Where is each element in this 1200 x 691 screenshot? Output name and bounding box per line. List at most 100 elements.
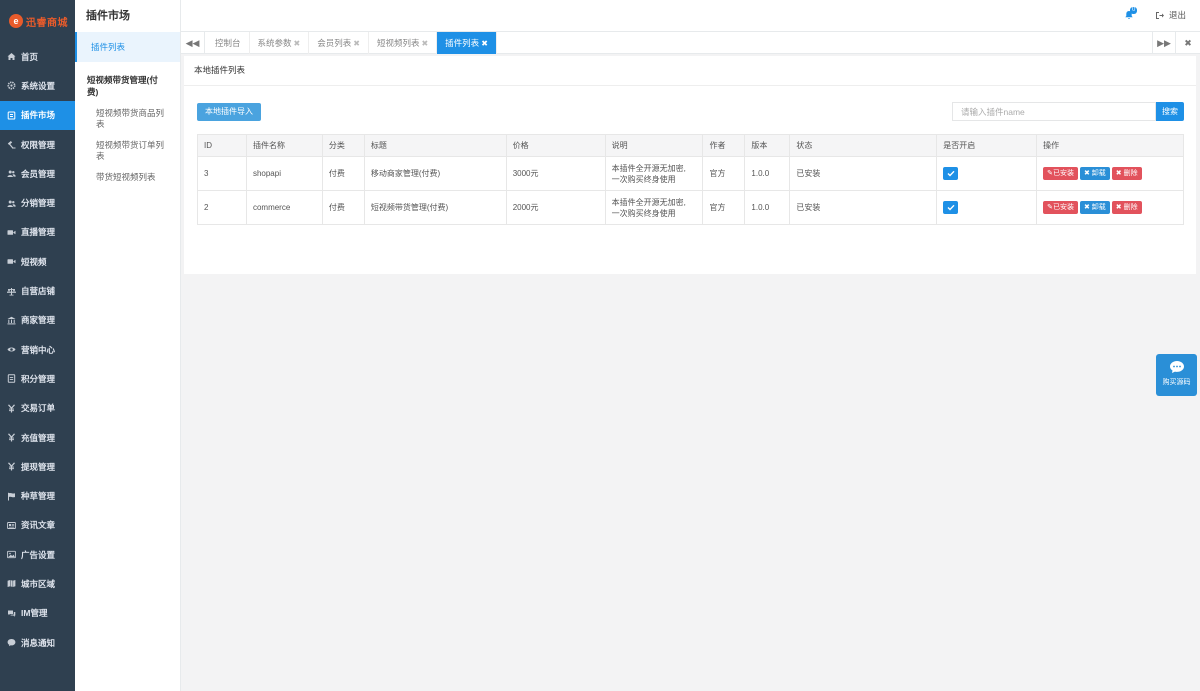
sidebar-item-20[interactable]: 消息通知	[0, 628, 75, 657]
sidebar-item-2[interactable]: 插件市场	[0, 100, 75, 130]
sidebar-item-6[interactable]: 直播管理	[0, 218, 75, 247]
plugin-icon	[7, 111, 16, 120]
check-icon	[947, 170, 955, 177]
column-header: 价格	[505, 134, 606, 157]
delete-button[interactable]: ✖ 删除	[1111, 201, 1142, 214]
sidebar-item-11[interactable]: 积分管理	[0, 364, 75, 393]
tab-label: 系统参数	[257, 38, 292, 48]
tab-close-icon[interactable]: ✖	[421, 39, 428, 48]
tabs-close-all[interactable]: ✖	[1176, 32, 1200, 54]
cell-version: 1.0.0	[744, 156, 791, 191]
tab-label: 会员列表	[317, 38, 352, 48]
sidebar-item-1[interactable]: 系统设置	[0, 71, 75, 100]
delete-button[interactable]: ✖ 删除	[1111, 167, 1142, 180]
submenu-item-goods[interactable]: 短视频带货商品列表	[75, 108, 180, 130]
sidebar-item-10[interactable]: 营销中心	[0, 335, 75, 364]
sidebar-item-14[interactable]: 提现管理	[0, 452, 75, 481]
import-plugin-button[interactable]: 本地插件导入	[197, 103, 261, 121]
cell-title: 移动商家管理(付费)	[363, 156, 507, 191]
tab-4[interactable]: 插件列表 ✖	[437, 32, 497, 54]
enabled-checkbox[interactable]	[943, 167, 959, 180]
sidebar-item-16[interactable]: 资讯文章	[0, 511, 75, 540]
tab-close-icon[interactable]: ✖	[353, 39, 360, 48]
sidebar-item-9[interactable]: 商家管理	[0, 306, 75, 335]
uninstall-button[interactable]: ✖ 卸载	[1079, 201, 1110, 214]
sidebar-item-18[interactable]: 城市区域	[0, 569, 75, 598]
cell-status: 已安装	[789, 190, 938, 225]
logout-label: 退出	[1168, 10, 1186, 20]
x-icon: ✖	[1083, 170, 1090, 177]
installed-button[interactable]: ✎已安装	[1043, 167, 1078, 180]
tab-close-icon[interactable]: ✖	[294, 39, 301, 48]
logo[interactable]: e 迅睿商城	[0, 0, 75, 42]
desc-line: 一次购买终身使用	[611, 208, 676, 218]
tabs-scroll-left[interactable]: ◀◀	[181, 32, 205, 54]
installed-button[interactable]: ✎已安装	[1043, 201, 1078, 214]
submenu-item-plugin-list[interactable]: 插件列表	[75, 32, 180, 62]
sidebar-item-0[interactable]: 首页	[0, 42, 75, 71]
tab-0[interactable]: 控制台	[207, 32, 250, 54]
chat-icon	[1169, 361, 1184, 373]
column-header: 版本	[744, 134, 791, 157]
cell-desc: 本插件全开源无加密, 一次购买终身使用	[604, 156, 704, 191]
cell-category: 付费	[321, 156, 365, 191]
sidebar-item-label: IM管理	[21, 608, 48, 619]
sidebar-item-label: 交易订单	[21, 403, 56, 414]
yen-icon	[7, 462, 16, 471]
sidebar-item-label: 提现管理	[21, 461, 56, 472]
sign-out-icon	[1155, 11, 1164, 19]
sidebar-item-4[interactable]: 会员管理	[0, 159, 75, 188]
tab-label: 控制台	[215, 38, 241, 48]
buy-source-button[interactable]: 购买源码	[1156, 354, 1197, 396]
column-header: 说明	[604, 134, 704, 157]
double-right-icon: ▶▶	[1157, 37, 1171, 48]
buy-source-label: 购买源码	[1162, 379, 1191, 386]
tab-1[interactable]: 系统参数 ✖	[250, 32, 310, 54]
sidebar-item-17[interactable]: 广告设置	[0, 540, 75, 569]
enabled-checkbox[interactable]	[943, 201, 959, 214]
search-button[interactable]: 搜索	[1156, 102, 1184, 121]
tab-close-icon[interactable]: ✖	[481, 39, 488, 48]
sidebar-item-5[interactable]: 分销管理	[0, 188, 75, 217]
video-icon	[7, 257, 16, 266]
sidebar-item-15[interactable]: 种草管理	[0, 481, 75, 510]
x-icon: ✖	[1115, 170, 1122, 177]
tab-3[interactable]: 短视频列表 ✖	[369, 32, 438, 54]
uninstall-button[interactable]: ✖ 卸载	[1079, 167, 1110, 180]
notification-bell[interactable]: 0	[1124, 7, 1138, 20]
table-header-row: ID 插件名称 分类 标题 价格 说明 作者 版本 状态 是否开启 操作	[197, 134, 1184, 157]
cell-price: 2000元	[505, 190, 606, 225]
tab-bar: ◀◀ 控制台 系统参数 ✖ 会员列表 ✖ 短视频列表 ✖ 插件列表 ✖ ▶▶ ✖	[181, 32, 1200, 54]
comments-icon	[7, 609, 16, 618]
sidebar-item-label: 广告设置	[21, 549, 56, 560]
main-sidebar: e 迅睿商城 首页系统设置 插件市场 权限管理 会员管理 分销管理 直播管理 短视频 自营店铺…	[0, 0, 75, 691]
column-header: 状态	[789, 134, 938, 157]
sidebar-item-3[interactable]: 权限管理	[0, 130, 75, 159]
yen-icon	[7, 404, 16, 413]
submenu-group-short-video[interactable]: 短视频带货管理(付费)	[75, 70, 180, 102]
sidebar-item-19[interactable]: IM管理	[0, 599, 75, 628]
desc-line: 本插件全开源无加密,	[611, 163, 686, 173]
sidebar-item-label: 消息通知	[21, 637, 56, 648]
tabs-scroll-right[interactable]: ▶▶	[1152, 32, 1176, 54]
plugin-search-input[interactable]	[952, 102, 1156, 121]
sidebar-item-12[interactable]: 交易订单	[0, 394, 75, 423]
sidebar-item-13[interactable]: 充值管理	[0, 423, 75, 452]
logout-button[interactable]: 退出	[1155, 9, 1186, 21]
submenu-item-videos[interactable]: 带货短视频列表	[75, 172, 180, 183]
sidebar-item-8[interactable]: 自营店铺	[0, 276, 75, 305]
column-header: 插件名称	[245, 134, 323, 157]
cell-name: shopapi	[245, 156, 323, 191]
tab-2[interactable]: 会员列表 ✖	[309, 32, 369, 54]
delete-label: 删除	[1123, 204, 1138, 211]
map-icon	[7, 579, 16, 588]
submenu-item-orders[interactable]: 短视频带货订单列表	[75, 140, 180, 162]
column-header: 分类	[321, 134, 365, 157]
video-icon	[7, 228, 16, 237]
x-icon: ✖	[1083, 204, 1090, 211]
sidebar-item-7[interactable]: 短视频	[0, 247, 75, 276]
sidebar-item-label: 首页	[21, 51, 39, 62]
sidebar-item-label: 种草管理	[21, 491, 56, 502]
cell-title: 短视频带货管理(付费)	[363, 190, 507, 225]
cell-actions: ✎已安装 ✖ 卸载 ✖ 删除	[1036, 156, 1184, 191]
